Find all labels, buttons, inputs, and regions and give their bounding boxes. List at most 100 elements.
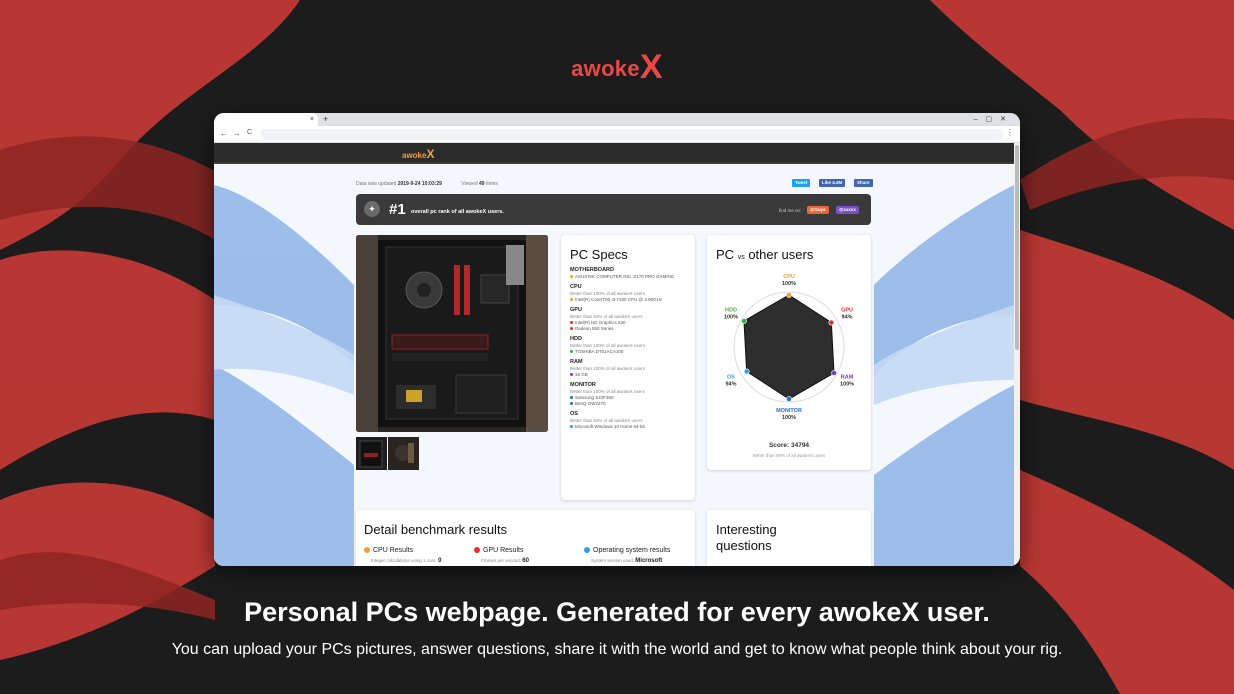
social-badge-1[interactable]: @Guys: [807, 206, 829, 214]
result-icon: [474, 547, 480, 553]
share-button[interactable]: Share: [854, 179, 873, 187]
window-controls[interactable]: –▢✕: [974, 113, 1014, 126]
result-icon: [584, 547, 590, 553]
benchmark-result-2[interactable]: GPU Results Frames per second: 60: [474, 547, 529, 564]
spec-label: MONITOR: [570, 382, 596, 388]
bullet-dot-icon: [570, 425, 573, 429]
score-value: Score: 34794: [768, 442, 810, 449]
browser-toolbar: ← → C ⋮: [214, 126, 1020, 143]
spec-percentile: Better than 94% of all awokeX users: [570, 314, 643, 319]
trophy-icon: ✦: [364, 201, 380, 217]
brand-logo: awokeX: [571, 48, 663, 86]
spec-percentile: Better than 100% of all awokeX users: [570, 291, 646, 296]
radar-chart: CPU100%GPU94%RAM100%MONITOR100%OS94%HDD1…: [724, 274, 854, 421]
benchmark-result-3[interactable]: Operating system results System version u…: [584, 547, 671, 564]
radar-point-os[interactable]: [743, 368, 750, 375]
result-name: Operating system results: [593, 547, 671, 554]
page-content: Data was updated 2019-9-24 10:03:29 View…: [214, 165, 1014, 566]
spec-entry-text: Radeon 550 Series: [575, 326, 614, 331]
spec-label: CPU: [570, 284, 582, 290]
questions-card: Interesting questions: [707, 510, 871, 566]
browser-window: × + –▢✕ ← → C ⋮ awokeX Data was updated …: [214, 113, 1020, 566]
headline: Personal PCs webpage. Generated for ever…: [244, 597, 990, 627]
spec-entry-text: BenQ GW2270: [575, 401, 606, 406]
rank-number: #1: [389, 201, 406, 218]
spec-entry: Intel(R) HD Graphics 630: [570, 320, 695, 325]
page-viewport: awokeX Data was updated 2019-9-24 10:03:…: [214, 143, 1014, 566]
result-icon: [364, 547, 370, 553]
radar-value-label: 94%: [725, 382, 736, 388]
radar-axis-label: HDD: [725, 308, 737, 314]
result-detail: Frames per second: 60: [481, 558, 529, 564]
radar-value-label: 100%: [840, 382, 854, 388]
bullet-dot-icon: [570, 298, 573, 302]
radar-point-ram[interactable]: [831, 370, 837, 376]
spec-entry-text: 16 GB: [575, 372, 588, 377]
result-name: GPU Results: [483, 547, 524, 554]
photo-thumbnail-1[interactable]: [356, 437, 387, 470]
radar-value-label: 100%: [724, 315, 738, 321]
bullet-dot-icon: [570, 321, 573, 325]
spec-os: OS Better than 94% of all awokeX users Mic…: [570, 411, 695, 429]
photo-thumbnail-2[interactable]: [388, 437, 419, 470]
radar-value-label: 100%: [782, 415, 796, 421]
pc-specs-card: PC Specs MOTHERBOARD ASUSTeK COMPUTER INC…: [561, 235, 695, 500]
browser-tab[interactable]: ×: [214, 113, 318, 126]
bullet-dot-icon: [570, 275, 573, 279]
radar-point-cpu[interactable]: [786, 292, 792, 298]
site-header: awokeX: [214, 143, 1014, 164]
benchmark-title: Detail benchmark results: [364, 522, 508, 537]
radar-axis-label: CPU: [783, 274, 795, 280]
radar-axis-label: GPU: [841, 308, 853, 314]
spec-entry: 16 GB: [570, 372, 695, 377]
address-bar[interactable]: [260, 129, 1003, 140]
find-me-label: find me on:: [779, 208, 802, 213]
spec-percentile: Better than 100% of all awokeX users: [570, 343, 646, 348]
spec-entry-text: Samsung S22F350: [575, 395, 614, 400]
tweet-button[interactable]: Tweet: [792, 179, 811, 187]
pc-case-image: [356, 235, 548, 432]
spec-entry: Intel(R) Core(TM) i3-7100 CPU @ 3.90GHz: [570, 297, 695, 302]
new-tab-icon[interactable]: +: [323, 113, 328, 126]
bullet-dot-icon: [570, 373, 573, 377]
spec-ram: RAM Better than 100% of all awokeX users 1…: [570, 359, 695, 377]
spec-label: HDD: [570, 336, 582, 342]
radar-point-monitor[interactable]: [786, 396, 792, 402]
spec-entry: BenQ GW2270: [570, 401, 695, 406]
scrollbar-thumb[interactable]: [1015, 145, 1019, 350]
close-tab-icon[interactable]: ×: [310, 113, 314, 126]
forward-icon[interactable]: →: [233, 129, 241, 138]
comparison-card: PC vs other users CPU 100% GPU 94% RAM 100% MO…: [707, 235, 871, 470]
spec-label: RAM: [570, 359, 583, 365]
radar-point-hdd[interactable]: [741, 318, 747, 324]
comparison-title: PC vs other users: [716, 247, 814, 262]
radar-axis-label: OS: [727, 375, 735, 381]
spec-percentile: Better than 100% of all awokeX users: [570, 366, 646, 371]
spec-percentile: Better than 100% of all awokeX users: [570, 389, 646, 394]
pc-photo[interactable]: [356, 235, 548, 432]
questions-title: Interesting questions: [716, 522, 777, 553]
radar-value-label: 100%: [782, 281, 796, 287]
benchmark-card: Detail benchmark results CPU Results Inte…: [356, 510, 695, 566]
social-badge-2[interactable]: @xxxxx: [836, 206, 859, 214]
spec-label: OS: [570, 411, 578, 417]
benchmark-result-1[interactable]: CPU Results Integer calculations using 1 …: [364, 547, 441, 564]
rank-banner: ✦ #1 overall pc rank of all awokeX users…: [356, 194, 871, 225]
radar-point-gpu[interactable]: [828, 319, 835, 326]
update-meta: Data was updated 2019-9-24 10:03:29 View…: [356, 181, 498, 187]
radar-value-label: 94%: [842, 315, 853, 321]
rank-text: overall pc rank of all awokeX users.: [411, 209, 504, 215]
pc-specs-title: PC Specs: [570, 247, 628, 262]
site-logo[interactable]: awokeX: [402, 147, 434, 161]
bullet-dot-icon: [570, 402, 573, 406]
reload-icon[interactable]: C: [247, 129, 252, 136]
spec-entry: Samsung S22F350: [570, 395, 695, 400]
spec-entry-text: Intel(R) Core(TM) i3-7100 CPU @ 3.90GHz: [575, 297, 663, 302]
tab-strip: × + –▢✕: [214, 113, 1020, 126]
like-button[interactable]: Like 4.4M: [819, 179, 846, 187]
back-icon[interactable]: ←: [220, 129, 228, 138]
bullet-dot-icon: [570, 327, 573, 331]
spec-entry-text: TOSHIBA DT01ACA100: [575, 349, 624, 354]
menu-icon[interactable]: ⋮: [1006, 128, 1014, 137]
spec-list: MOTHERBOARD ASUSTeK COMPUTER INC. Z170 PR…: [561, 267, 695, 429]
